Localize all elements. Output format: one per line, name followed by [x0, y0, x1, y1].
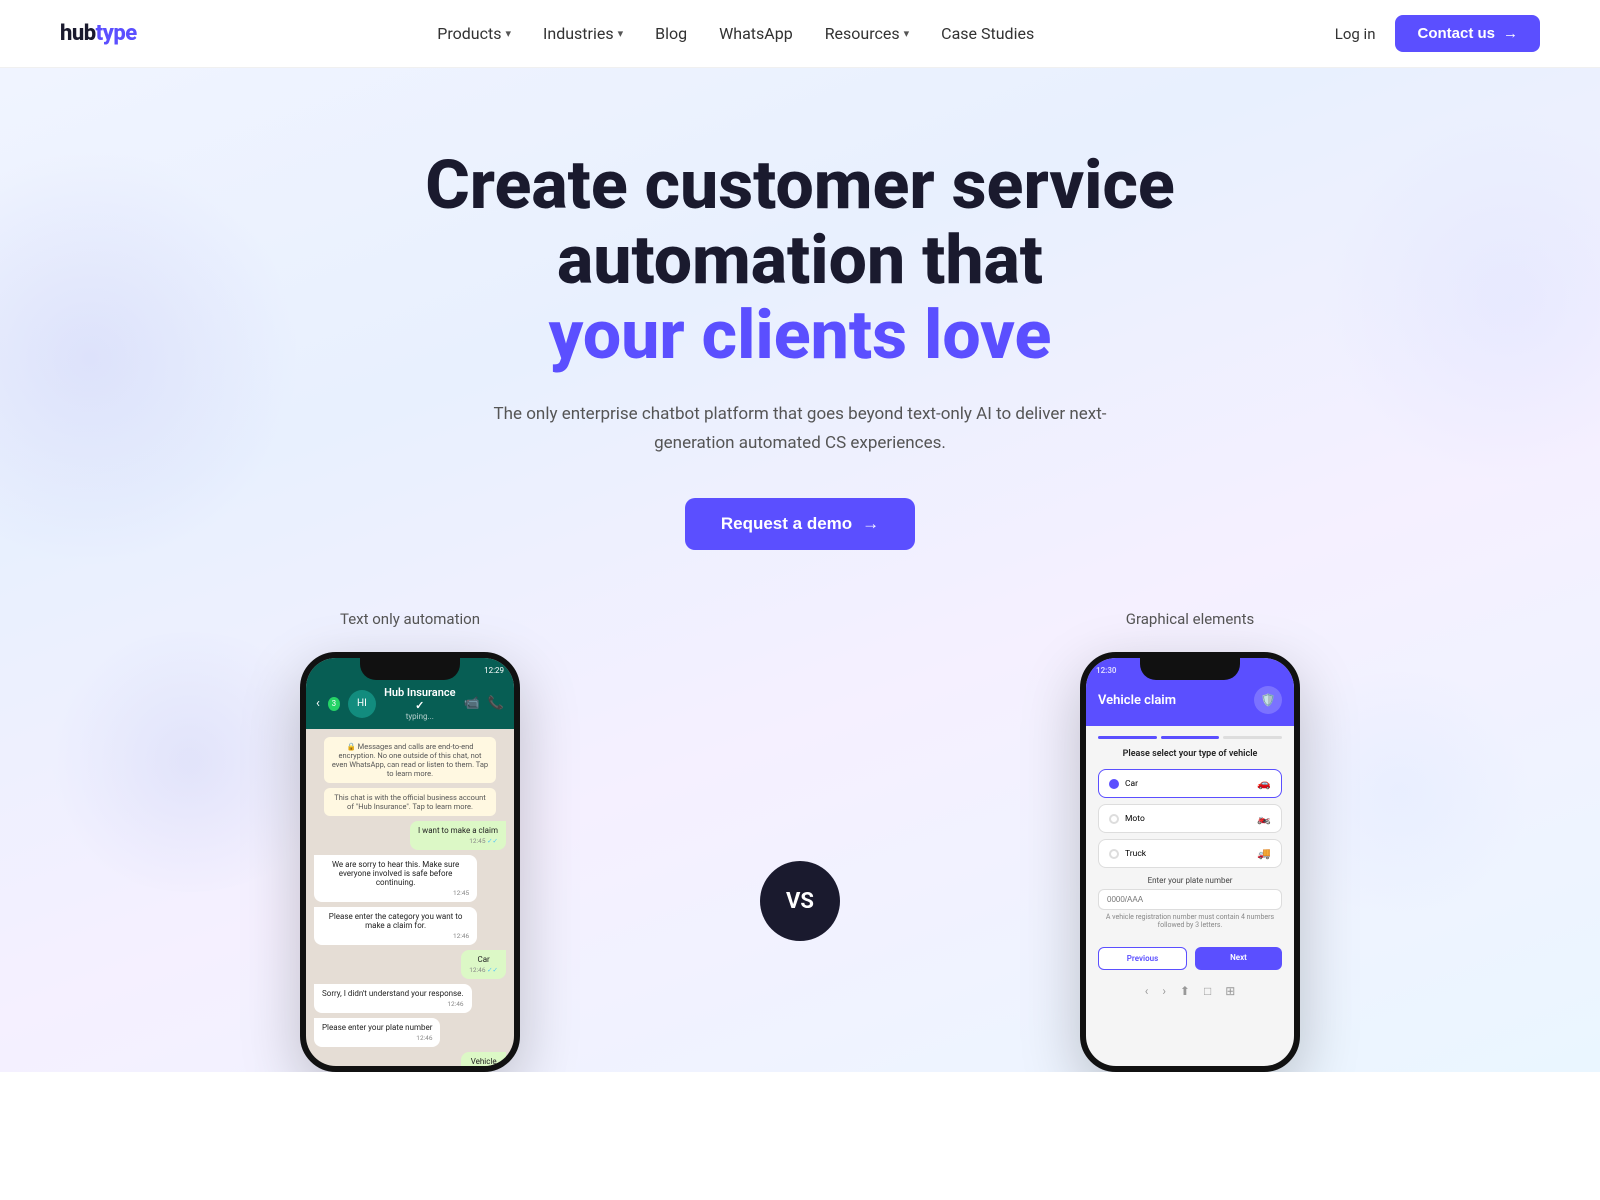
- phone-notch: [1140, 658, 1240, 680]
- radio-truck: [1109, 849, 1119, 859]
- navbar: hubtype Products ▾ Industries ▾ Blog Wha…: [0, 0, 1600, 68]
- nav-link-blog[interactable]: Blog: [655, 24, 687, 43]
- hero-cta-wrap: Request a demo →: [20, 498, 1580, 550]
- wa-avatar: HI: [348, 690, 376, 718]
- nav-actions: Log in Contact us →: [1335, 15, 1540, 52]
- logo[interactable]: hubtype: [60, 21, 137, 46]
- option-moto-label: Moto: [1125, 814, 1145, 824]
- input-hint: A vehicle registration number must conta…: [1098, 913, 1282, 929]
- gfx-bottom-nav: ‹ › ⬆ □ ⊞: [1086, 978, 1294, 1004]
- wa-system-msg-1: 🔒 Messages and calls are end-to-end encr…: [324, 737, 496, 783]
- wa-back-button[interactable]: ‹: [316, 696, 320, 711]
- truck-icon: 🚚: [1257, 847, 1271, 860]
- gfx-progress-bar: [1086, 726, 1294, 739]
- wa-msg-out-1: I want to make a claim 12:45 ✓✓: [410, 821, 506, 850]
- hero-subtitle: The only enterprise chatbot platform tha…: [480, 400, 1120, 458]
- wa-time: 12:29: [484, 666, 504, 675]
- wa-msg-out-3: Vehicle 12:46 ✓✓: [461, 1052, 506, 1072]
- left-phone-label: Text only automation: [80, 610, 740, 628]
- option-car-label: Car: [1125, 779, 1138, 789]
- wa-contact-status: typing...: [384, 712, 456, 721]
- gfx-time: 12:30: [1096, 666, 1116, 675]
- plate-number-input[interactable]: [1098, 889, 1282, 910]
- chevron-down-icon: ▾: [505, 27, 511, 40]
- phone-notch: [360, 658, 460, 680]
- phone-icon: 📞: [488, 696, 504, 711]
- vs-badge: VS: [760, 861, 840, 941]
- wa-msg-in-3: Sorry, I didn't understand your response…: [314, 984, 472, 1013]
- moto-icon: 🏍️: [1257, 812, 1271, 825]
- contact-us-button[interactable]: Contact us →: [1395, 15, 1540, 52]
- wa-header-icons[interactable]: 📹 📞: [464, 696, 504, 711]
- radio-car: [1109, 779, 1119, 789]
- gfx-content: Please select your type of vehicle Car 🚗: [1086, 739, 1294, 939]
- video-icon: 📹: [464, 696, 480, 711]
- right-phone-side: Graphical elements 12:30 Vehicle claim 🛡…: [860, 610, 1520, 1072]
- wa-back-count: 3: [328, 697, 340, 711]
- next-button[interactable]: Next: [1195, 947, 1282, 970]
- gfx-option-moto[interactable]: Moto 🏍️: [1098, 804, 1282, 833]
- request-demo-button[interactable]: Request a demo →: [685, 498, 915, 550]
- comparison-section: Text only automation ‹ 3 HI Hub Insuranc…: [20, 610, 1580, 1072]
- chevron-down-icon: ▾: [618, 27, 624, 40]
- hero-title-accent: your clients love: [549, 295, 1052, 375]
- gfx-screen: 12:30 Vehicle claim 🛡️ Please select you…: [1086, 658, 1294, 1066]
- hero-title: Create customer service automation that …: [400, 148, 1200, 372]
- gfx-question: Please select your type of vehicle: [1098, 749, 1282, 759]
- input-label: Enter your plate number: [1098, 876, 1282, 885]
- wa-contact-name: Hub Insurance ✓: [384, 686, 456, 712]
- wa-msg-in-2: Please enter the category you want to ma…: [314, 907, 477, 945]
- nav-tabs-icon[interactable]: ⊞: [1225, 984, 1235, 998]
- gfx-title: Vehicle claim: [1098, 693, 1176, 708]
- nav-share-icon[interactable]: ⬆: [1180, 984, 1190, 998]
- gfx-option-truck[interactable]: Truck 🚚: [1098, 839, 1282, 868]
- left-phone-mockup: ‹ 3 HI Hub Insurance ✓ typing... 📹 📞 12:…: [300, 652, 520, 1072]
- nav-links: Products ▾ Industries ▾ Blog WhatsApp Re…: [437, 24, 1034, 43]
- wa-msg-out-2: Car 12:46 ✓✓: [461, 950, 506, 979]
- nav-forward-icon[interactable]: ›: [1162, 984, 1166, 998]
- left-phone-side: Text only automation ‹ 3 HI Hub Insuranc…: [80, 610, 740, 1072]
- nav-link-whatsapp[interactable]: WhatsApp: [719, 24, 793, 43]
- gfx-footer-buttons: Previous Next: [1086, 939, 1294, 978]
- gfx-option-car[interactable]: Car 🚗: [1098, 769, 1282, 798]
- radio-moto: [1109, 814, 1119, 824]
- hero-section: Create customer service automation that …: [0, 68, 1600, 1072]
- prev-button[interactable]: Previous: [1098, 947, 1187, 970]
- nav-back-icon[interactable]: ‹: [1145, 984, 1149, 998]
- login-link[interactable]: Log in: [1335, 25, 1376, 43]
- option-truck-label: Truck: [1125, 849, 1146, 859]
- gfx-shield-icon: 🛡️: [1254, 686, 1282, 714]
- nav-link-industries[interactable]: Industries ▾: [543, 24, 623, 43]
- nav-link-case-studies[interactable]: Case Studies: [941, 24, 1034, 43]
- chevron-down-icon: ▾: [904, 27, 910, 40]
- right-phone-mockup: 12:30 Vehicle claim 🛡️ Please select you…: [1080, 652, 1300, 1072]
- wa-screen: ‹ 3 HI Hub Insurance ✓ typing... 📹 📞 12:…: [306, 658, 514, 1066]
- arrow-icon: →: [1503, 25, 1518, 42]
- nav-bookmark-icon[interactable]: □: [1204, 984, 1211, 998]
- right-phone-label: Graphical elements: [860, 610, 1520, 628]
- wa-messages: 🔒 Messages and calls are end-to-end encr…: [306, 729, 514, 1072]
- nav-link-resources[interactable]: Resources ▾: [825, 24, 909, 43]
- nav-link-products[interactable]: Products ▾: [437, 24, 511, 43]
- wa-msg-in-1: We are sorry to hear this. Make sure eve…: [314, 855, 477, 902]
- logo-text: hubtype: [60, 21, 137, 46]
- wa-system-msg-2: This chat is with the official business …: [324, 788, 496, 816]
- arrow-icon: →: [862, 514, 879, 534]
- wa-msg-in-4: Please enter your plate number 12:46: [314, 1018, 440, 1047]
- car-icon: 🚗: [1257, 777, 1271, 790]
